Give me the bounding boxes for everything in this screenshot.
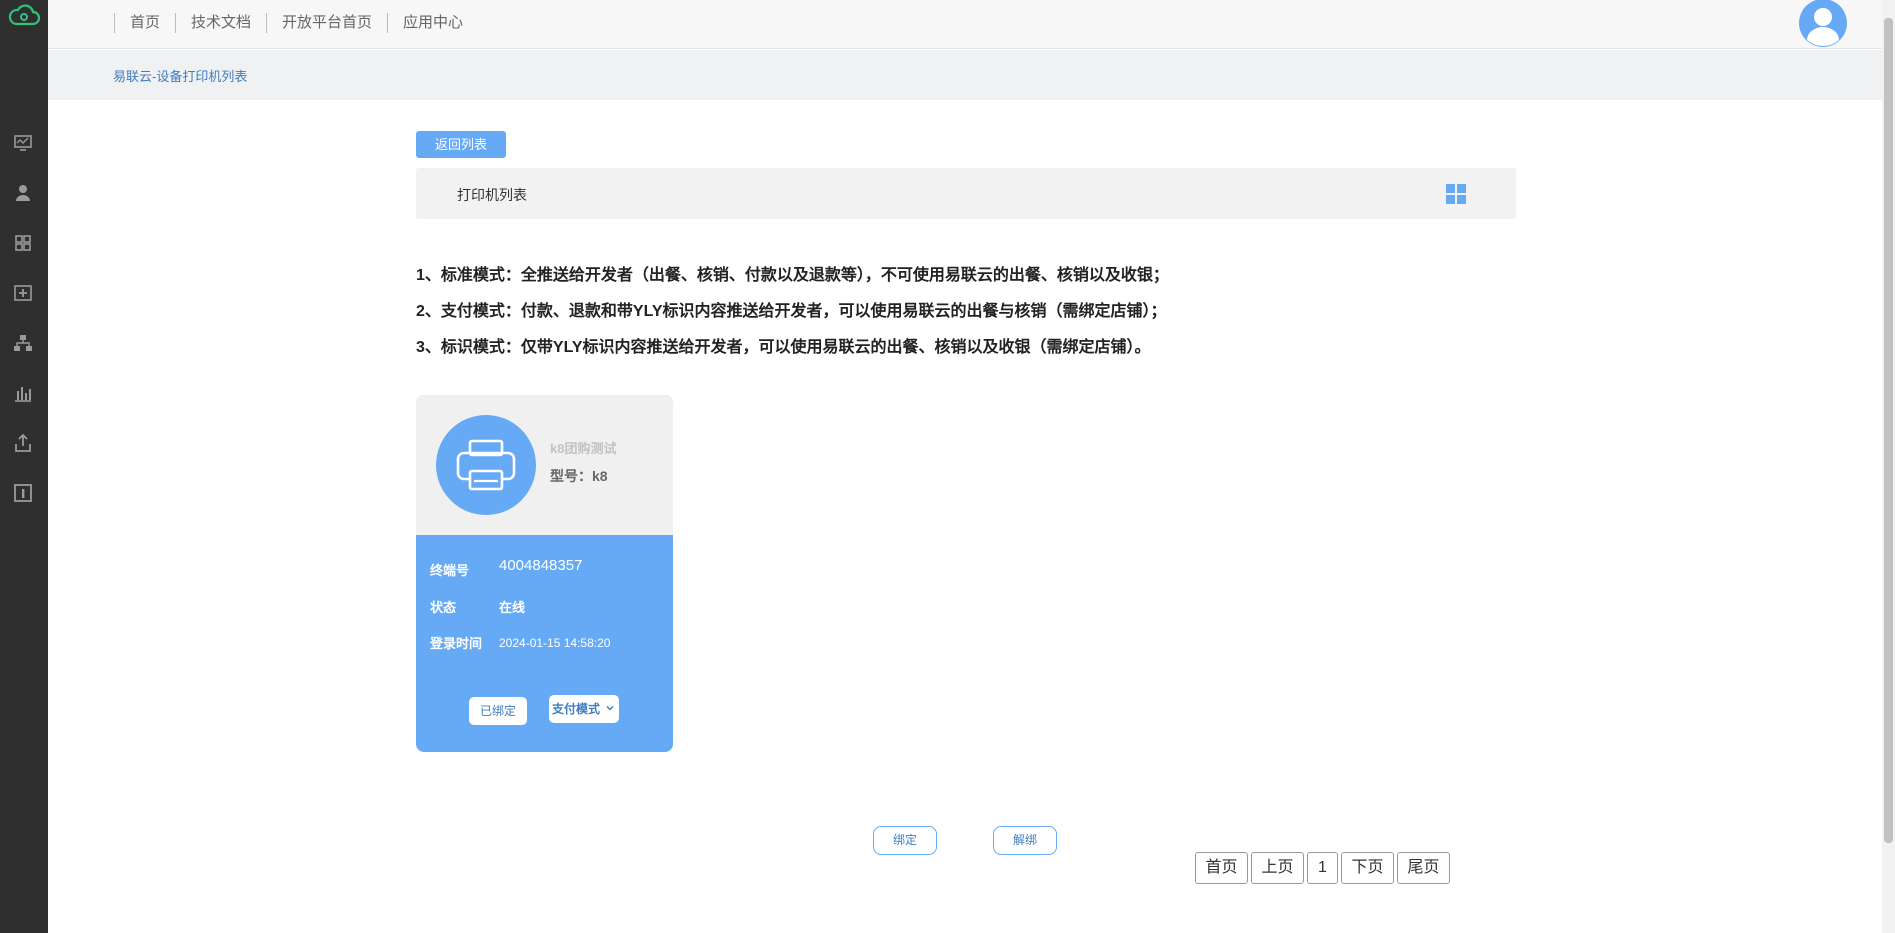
avatar[interactable]: [1798, 0, 1848, 48]
sidebar: [0, 0, 48, 933]
chevron-down-icon: [606, 705, 614, 711]
add-box-icon[interactable]: [12, 282, 34, 304]
upload-icon[interactable]: [12, 432, 34, 454]
pagination: 首页 上页 1 下页 尾页: [1195, 852, 1453, 884]
printer-icon: [456, 439, 516, 491]
info-box-icon[interactable]: [12, 482, 34, 504]
device-card-header: k8团购测试 型号：k8: [416, 395, 673, 535]
unbind-button[interactable]: 解绑: [993, 826, 1057, 855]
org-tree-icon[interactable]: [12, 332, 34, 354]
device-name: k8团购测试: [550, 441, 617, 456]
note-standard-mode: 1、标准模式：全推送给开发者（出餐、核销、付款以及退款等），不可使用易联云的出餐…: [416, 267, 1169, 284]
page-number-button[interactable]: 1: [1307, 852, 1338, 884]
terminal-value: 4004848357: [499, 557, 583, 574]
login-time-value: 2024-01-15 14:58:20: [499, 636, 611, 650]
grid-apps-icon[interactable]: [12, 232, 34, 254]
bind-button[interactable]: 绑定: [873, 826, 937, 855]
login-time-label: 登录时间: [430, 636, 483, 651]
first-page-button[interactable]: 首页: [1195, 852, 1248, 884]
nav-link-open-platform[interactable]: 开放平台首页: [266, 13, 387, 33]
nav-link-home[interactable]: 首页: [114, 13, 175, 33]
printer-list-header: 打印机列表: [416, 168, 1516, 219]
prev-page-button[interactable]: 上页: [1251, 852, 1304, 884]
bound-status-button[interactable]: 已绑定: [469, 697, 527, 725]
cloud-logo-icon[interactable]: [8, 3, 40, 29]
status-label: 状态: [430, 600, 457, 615]
printer-avatar: [436, 415, 536, 515]
monitor-icon[interactable]: [12, 132, 34, 154]
nav-link-docs[interactable]: 技术文档: [175, 13, 266, 33]
scrollbar-thumb[interactable]: [1884, 18, 1893, 843]
printer-list-title: 打印机列表: [457, 187, 527, 203]
device-model: 型号：k8: [550, 468, 608, 484]
mode-notes: 1、标准模式：全推送给开发者（出餐、核销、付款以及退款等），不可使用易联云的出餐…: [416, 258, 1169, 366]
top-navigation: 首页 技术文档 开放平台首页 应用中心: [114, 13, 478, 33]
vertical-scrollbar[interactable]: [1882, 0, 1895, 933]
back-to-list-button[interactable]: 返回列表: [416, 131, 506, 158]
top-header: 首页 技术文档 开放平台首页 应用中心: [48, 0, 1895, 49]
breadcrumb[interactable]: 易联云-设备打印机列表: [113, 66, 247, 85]
breadcrumb-bar: 易联云-设备打印机列表: [48, 50, 1890, 100]
grid-view-icon[interactable]: [1444, 182, 1468, 206]
next-page-button[interactable]: 下页: [1341, 852, 1394, 884]
device-card: k8团购测试 型号：k8 终端号 4004848357 状态 在线 登录时间 2…: [416, 395, 673, 752]
last-page-button[interactable]: 尾页: [1397, 852, 1450, 884]
terminal-label: 终端号: [430, 563, 470, 578]
push-mode-select[interactable]: 支付模式: [549, 695, 619, 723]
note-payment-mode: 2、支付模式：付款、退款和带YLY标识内容推送给开发者，可以使用易联云的出餐与核…: [416, 303, 1167, 320]
nav-link-app-center[interactable]: 应用中心: [387, 13, 478, 33]
status-value: 在线: [499, 600, 526, 615]
note-tag-mode: 3、标识模式：仅带YLY标识内容推送给开发者，可以使用易联云的出餐、核销以及收银…: [416, 339, 1151, 356]
push-mode-value: 支付模式: [552, 702, 601, 716]
user-icon[interactable]: [12, 182, 34, 204]
bar-chart-icon[interactable]: [12, 382, 34, 404]
